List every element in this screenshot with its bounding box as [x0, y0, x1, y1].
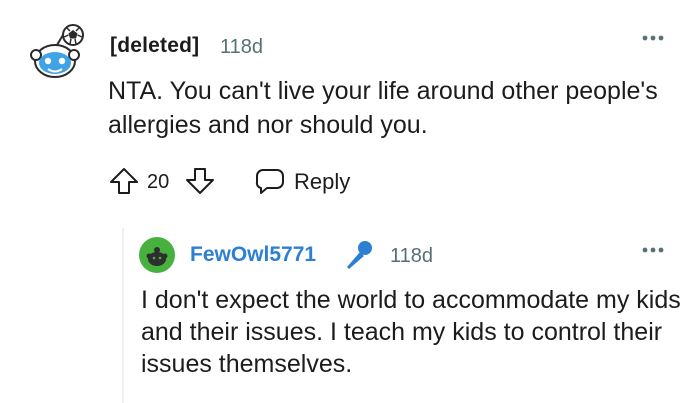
comment-body: NTA. You can't live your life around oth…	[108, 77, 658, 139]
thread-line[interactable]	[122, 228, 124, 403]
reply-author[interactable]: FewOwl5771	[190, 243, 316, 267]
vote-score: 20	[147, 171, 170, 193]
comment-author[interactable]: [deleted]	[110, 34, 199, 58]
downvote-arrow-icon	[186, 168, 214, 194]
more-horizontal-icon	[642, 247, 664, 253]
reply-timestamp[interactable]: 118d	[390, 245, 433, 268]
comment-timestamp[interactable]: 118d	[220, 36, 263, 59]
microphone-icon	[341, 236, 377, 272]
more-options-button[interactable]	[640, 28, 666, 48]
reply-label: Reply	[294, 169, 351, 194]
reply-user-avatar[interactable]	[139, 237, 175, 273]
upvote-arrow-icon	[110, 168, 138, 194]
reply-body: I don't expect the world to accommodate …	[141, 286, 681, 378]
downvote-button[interactable]	[184, 165, 216, 197]
comment-bubble-icon	[255, 169, 284, 194]
snoo-green-avatar-icon	[139, 237, 175, 273]
reply-more-options-button[interactable]	[640, 240, 666, 260]
more-horizontal-icon	[642, 35, 664, 41]
upvote-button[interactable]	[108, 165, 140, 197]
snoo-deleted-avatar-icon	[30, 24, 84, 78]
user-avatar[interactable]	[27, 23, 91, 87]
reply-button[interactable]: Reply	[253, 162, 363, 200]
